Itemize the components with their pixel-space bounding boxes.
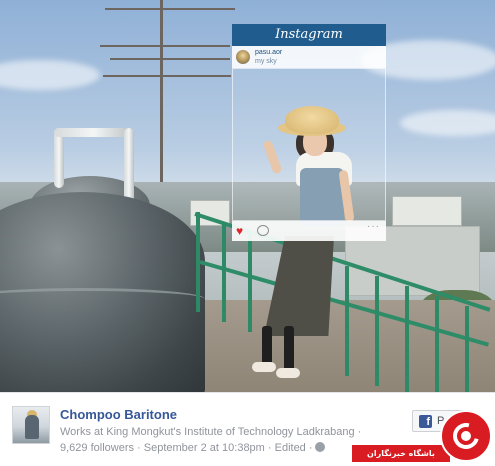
comment-icon [257,225,269,236]
watermark-banner: باشگاه خبرنگاران [352,445,450,462]
building [392,196,462,226]
watermark-logo-icon [440,410,492,462]
cloud [0,60,100,90]
more-icon: ··· [367,221,380,232]
antenna-arm [100,45,230,47]
author-workplace[interactable]: Works at King Mongkut's Institute of Tec… [60,426,361,438]
instagram-user-row: pasu.aor my sky [232,46,386,68]
heart-icon: ♥ [236,224,244,238]
pipe [54,128,134,137]
railing-post [345,266,349,376]
antenna-arm [105,8,235,10]
facebook-logo-icon: f [419,415,432,428]
railing-post [465,306,469,392]
author-name-link[interactable]: Chompoo Baritone [60,407,177,422]
railing-post [375,276,379,386]
instagram-photo-window [232,68,386,221]
person-shoe [252,362,276,372]
avatar-figure [25,415,39,439]
person-shoe [276,368,300,378]
antenna-arm [103,75,231,77]
person-leg [262,326,272,366]
instagram-avatar [236,50,250,64]
instagram-title: Instagram [232,24,386,46]
instagram-username: pasu.aor [255,49,283,56]
railing-post [405,286,409,392]
person-leg [284,326,294,372]
watermark-logo-dot [461,431,471,441]
railing-post [222,222,226,322]
pipe [54,128,64,188]
globe-icon[interactable] [314,442,325,452]
instagram-caption: my sky [255,58,277,65]
railing-post [196,212,200,312]
post-meta: 9,629 followers · September 2 at 10:38pm… [60,442,325,454]
avatar[interactable] [12,406,50,444]
instagram-action-bar: ♥ ··· [232,221,386,241]
instagram-frame: Instagram pasu.aor my sky ♥ ··· [232,24,386,248]
cloud [400,110,495,136]
railing-post [435,296,439,392]
antenna-arm [110,58,230,60]
post-meta-text: 9,629 followers · September 2 at 10:38pm… [60,442,313,454]
post-photo[interactable]: Instagram pasu.aor my sky ♥ ··· [0,0,495,392]
